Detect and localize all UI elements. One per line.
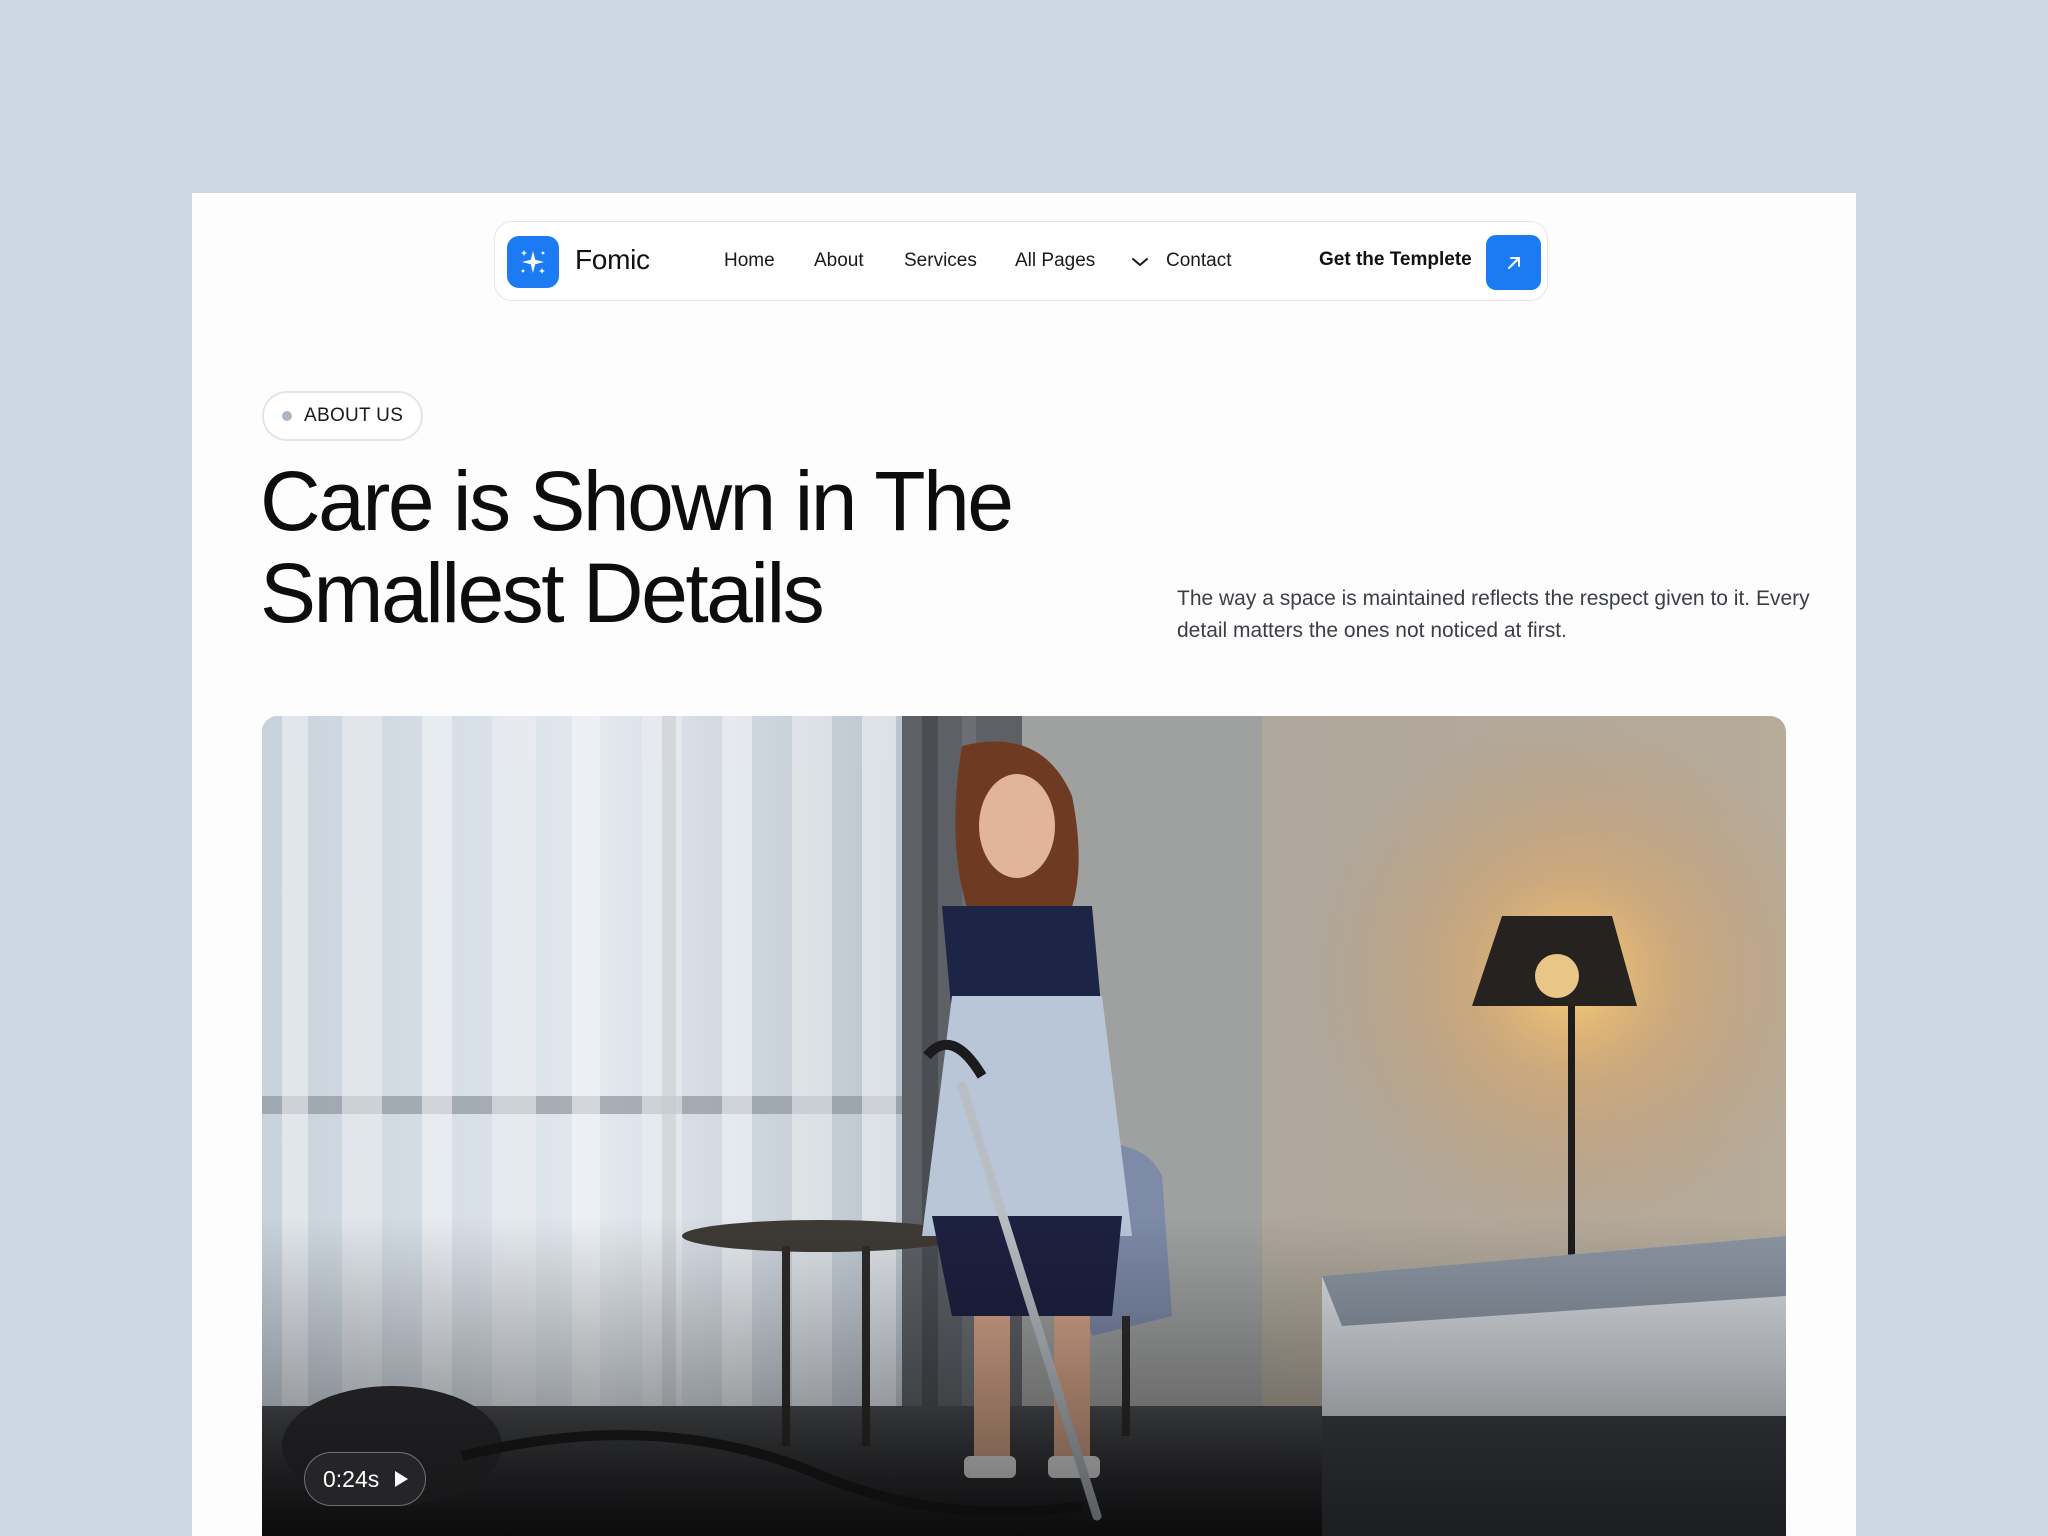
hotel-room-photo bbox=[262, 716, 1786, 1536]
nav-link-contact[interactable]: Contact bbox=[1166, 250, 1231, 272]
nav-link-about[interactable]: About bbox=[814, 250, 864, 272]
hero-description: The way a space is maintained reflects t… bbox=[1177, 587, 1810, 642]
page-title: Care is Shown in The Smallest Details bbox=[260, 455, 1160, 639]
logo-badge[interactable] bbox=[507, 236, 559, 288]
badge-label: ABOUT US bbox=[304, 405, 404, 426]
chevron-down-icon[interactable] bbox=[1131, 256, 1149, 268]
sparkle-icon bbox=[521, 250, 545, 274]
play-icon bbox=[395, 1471, 409, 1487]
nav-link-home[interactable]: Home bbox=[724, 250, 775, 272]
video-play-badge[interactable]: 0:24s bbox=[304, 1452, 427, 1506]
title-line-1: Care is Shown in The bbox=[260, 454, 1014, 548]
brand-name[interactable]: Fomic bbox=[575, 244, 650, 276]
page-card: Fomic Home About Services All Pages Cont… bbox=[192, 193, 1856, 1536]
get-template-button[interactable] bbox=[1486, 235, 1541, 290]
hero-video[interactable]: 0:24s bbox=[262, 716, 1786, 1536]
nav-link-services[interactable]: Services bbox=[904, 250, 977, 272]
arrow-up-right-icon bbox=[1507, 256, 1520, 269]
nav-link-all-pages[interactable]: All Pages bbox=[1015, 250, 1095, 272]
video-duration: 0:24s bbox=[323, 1465, 380, 1492]
title-line-2: Smallest Details bbox=[260, 546, 825, 640]
about-us-badge: ABOUT US bbox=[262, 391, 424, 441]
top-navbar: Fomic Home About Services All Pages Cont… bbox=[494, 221, 1548, 301]
get-template-label[interactable]: Get the Templete bbox=[1319, 249, 1472, 271]
badge-dot bbox=[282, 411, 292, 421]
